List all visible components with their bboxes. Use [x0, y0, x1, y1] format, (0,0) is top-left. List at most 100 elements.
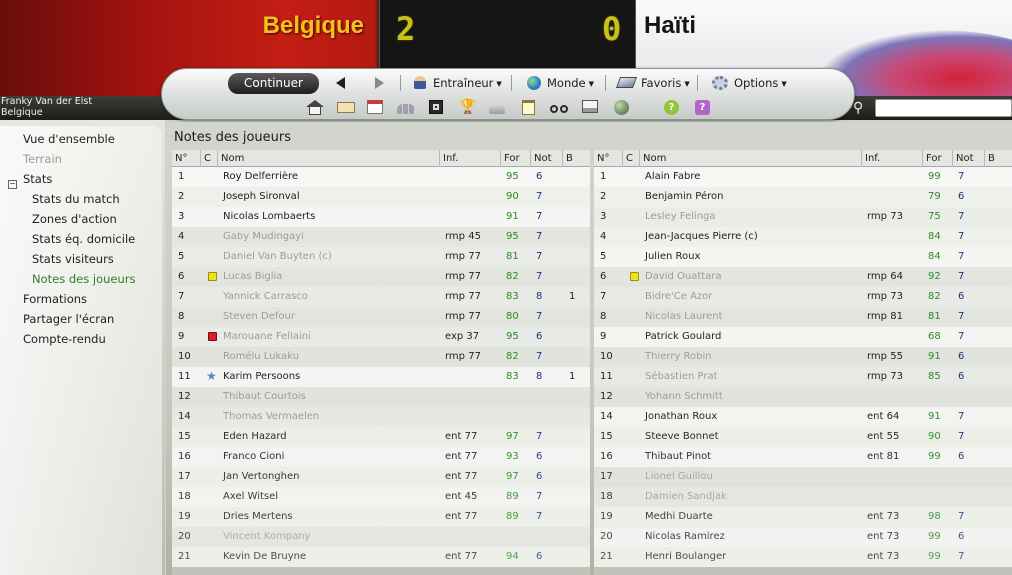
player-name[interactable]: Franco Cioni: [223, 447, 284, 467]
player-name[interactable]: Romélu Lukaku: [223, 347, 299, 367]
menu-favoris[interactable]: Favoris ▼: [615, 74, 690, 93]
table-row[interactable]: 20 Nicolas Ramirez ent 73 99 6: [594, 527, 1012, 547]
world-icon[interactable]: [614, 100, 632, 115]
table-row[interactable]: 9 Patrick Goulard 68 7: [594, 327, 1012, 347]
table-row[interactable]: 3 Lesley Felinga rmp 73 75 7: [594, 207, 1012, 227]
col-not[interactable]: Not: [952, 150, 974, 167]
table-row[interactable]: 4 Gaby Mudingayi rmp 45 95 7: [172, 227, 590, 247]
player-name[interactable]: Lucas Biglia: [223, 267, 282, 287]
player-name[interactable]: Lionel Guillou: [645, 467, 713, 487]
player-name[interactable]: Marouane Fellaini: [223, 327, 311, 347]
sidebar-item-player-ratings[interactable]: Notes des joueurs: [32, 271, 136, 287]
player-name[interactable]: Gaby Mudingayi: [223, 227, 304, 247]
scouting-icon[interactable]: [489, 100, 507, 115]
table-row[interactable]: 16 Thibaut Pinot ent 81 99 6: [594, 447, 1012, 467]
sidebar-item-report[interactable]: Compte-rendu: [23, 331, 106, 347]
table-row[interactable]: 21 Henri Boulanger ent 73 99 7: [594, 547, 1012, 567]
table-row[interactable]: 18 Axel Witsel ent 45 89 7: [172, 487, 590, 507]
table-row[interactable]: 17 Jan Vertonghen ent 77 97 6: [172, 467, 590, 487]
table-row[interactable]: 11 Karim Persoons 83 8 1 ★: [172, 367, 590, 387]
table-row[interactable]: 14 Jonathan Roux ent 64 91 7: [594, 407, 1012, 427]
home-icon[interactable]: [306, 100, 324, 115]
menu-entraineur[interactable]: Entraîneur ▼: [414, 74, 502, 93]
table-row[interactable]: 6 David Ouattara rmp 64 92 7: [594, 267, 1012, 287]
table-row[interactable]: 10 Romélu Lukaku rmp 77 82 7: [172, 347, 590, 367]
sidebar-item-overview[interactable]: Vue d'ensemble: [23, 131, 115, 147]
clipboard-icon[interactable]: [520, 100, 538, 115]
help-icon[interactable]: ?: [664, 100, 682, 115]
back-arrow-icon[interactable]: [331, 75, 349, 92]
player-name[interactable]: Thomas Vermaelen: [223, 407, 319, 427]
col-for[interactable]: For: [922, 150, 942, 167]
table-row[interactable]: 5 Julien Roux 84 7: [594, 247, 1012, 267]
player-name[interactable]: Kevin De Bruyne: [223, 547, 306, 567]
player-name[interactable]: Henri Boulanger: [645, 547, 726, 567]
player-name[interactable]: Karim Persoons: [223, 367, 300, 387]
table-row[interactable]: 15 Steeve Bonnet ent 55 90 7: [594, 427, 1012, 447]
sidebar-item-action-zones[interactable]: Zones d'action: [32, 211, 117, 227]
player-name[interactable]: Steven Defour: [223, 307, 295, 327]
player-name[interactable]: Jean-Jacques Pierre (c): [645, 227, 758, 247]
table-row[interactable]: 2 Benjamin Péron 79 6: [594, 187, 1012, 207]
col-not[interactable]: Not: [530, 150, 552, 167]
collapse-toggle-icon[interactable]: −: [8, 180, 17, 189]
tactics-icon[interactable]: [429, 100, 447, 115]
table-row[interactable]: 11 Sébastien Prat rmp 73 85 6: [594, 367, 1012, 387]
table-row[interactable]: 14 Thomas Vermaelen: [172, 407, 590, 427]
player-name[interactable]: Roy Delferrière: [223, 167, 298, 187]
table-row[interactable]: 20 Vincent Kompany: [172, 527, 590, 547]
player-name[interactable]: Julien Roux: [645, 247, 700, 267]
player-name[interactable]: Damien Sandjak: [645, 487, 727, 507]
col-name[interactable]: Nom: [639, 150, 666, 167]
table-row[interactable]: 3 Nicolas Lombaerts 91 7: [172, 207, 590, 227]
player-name[interactable]: Yohann Schmitt: [645, 387, 723, 407]
search-input[interactable]: [875, 99, 1012, 117]
forward-arrow-icon[interactable]: [370, 75, 388, 92]
sidebar-item-home-stats[interactable]: Stats éq. domicile: [32, 231, 135, 247]
player-name[interactable]: Patrick Goulard: [645, 327, 721, 347]
trophy-icon[interactable]: 🏆: [459, 100, 477, 115]
table-row[interactable]: 1 Roy Delferrière 95 6: [172, 167, 590, 187]
col-name[interactable]: Nom: [217, 150, 244, 167]
table-row[interactable]: 12 Thibaut Courtois: [172, 387, 590, 407]
table-row[interactable]: 16 Franco Cioni ent 77 93 6: [172, 447, 590, 467]
player-name[interactable]: Eden Hazard: [223, 427, 287, 447]
col-inf[interactable]: Inf.: [439, 150, 458, 167]
player-name[interactable]: Nicolas Ramirez: [645, 527, 725, 547]
player-name[interactable]: David Ouattara: [645, 267, 722, 287]
sidebar-item-away-stats[interactable]: Stats visiteurs: [32, 251, 114, 267]
player-name[interactable]: Benjamin Péron: [645, 187, 723, 207]
question-icon[interactable]: ?: [695, 100, 713, 115]
table-row[interactable]: 7 Bidre'Ce Azor rmp 73 82 6: [594, 287, 1012, 307]
news-icon[interactable]: [582, 100, 600, 115]
table-row[interactable]: 6 Lucas Biglia rmp 77 82 7: [172, 267, 590, 287]
player-name[interactable]: Lesley Felinga: [645, 207, 716, 227]
player-name[interactable]: Joseph Sironval: [223, 187, 300, 207]
menu-monde[interactable]: Monde ▼: [527, 74, 594, 93]
col-card[interactable]: C: [200, 150, 217, 167]
player-name[interactable]: Alain Fabre: [645, 167, 700, 187]
table-row[interactable]: 9 Marouane Fellaini exp 37 95 6: [172, 327, 590, 347]
col-b[interactable]: B: [562, 150, 573, 167]
player-name[interactable]: Sébastien Prat: [645, 367, 718, 387]
table-row[interactable]: 1 Alain Fabre 99 7: [594, 167, 1012, 187]
col-inf[interactable]: Inf.: [861, 150, 880, 167]
table-row[interactable]: 10 Thierry Robin rmp 55 91 6: [594, 347, 1012, 367]
player-name[interactable]: Jonathan Roux: [645, 407, 717, 427]
email-icon[interactable]: [337, 100, 355, 115]
table-row[interactable]: 18 Damien Sandjak: [594, 487, 1012, 507]
player-name[interactable]: Axel Witsel: [223, 487, 278, 507]
sidebar-item-match-stats[interactable]: Stats du match: [32, 191, 120, 207]
col-number[interactable]: N°: [172, 150, 187, 167]
table-row[interactable]: 8 Nicolas Laurent rmp 81 81 7: [594, 307, 1012, 327]
continue-button[interactable]: Continuer: [228, 73, 319, 94]
col-b[interactable]: B: [984, 150, 995, 167]
table-row[interactable]: 4 Jean-Jacques Pierre (c) 84 7: [594, 227, 1012, 247]
table-row[interactable]: 15 Eden Hazard ent 77 97 7: [172, 427, 590, 447]
player-name[interactable]: Nicolas Lombaerts: [223, 207, 315, 227]
search-icon[interactable]: ⚲: [853, 99, 871, 117]
sidebar-item-stats[interactable]: Stats: [23, 171, 52, 187]
player-name[interactable]: Thibaut Pinot: [645, 447, 711, 467]
table-row[interactable]: 19 Dries Mertens ent 77 89 7: [172, 507, 590, 527]
col-card[interactable]: C: [622, 150, 639, 167]
